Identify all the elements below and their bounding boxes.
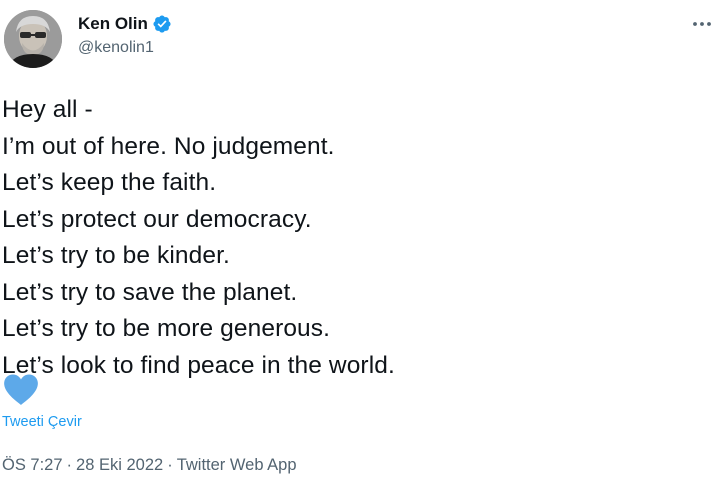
tweet-source: Twitter Web App [176,456,297,474]
tweet-header: Ken Olin @kenolin1 [78,12,172,57]
translate-tweet-link[interactable]: Tweeti Çevir [2,414,82,430]
tweet-line: Let’s keep the faith. [2,169,217,196]
tweet-date[interactable]: 28 Eki 2022 [76,456,163,474]
tweet-card: Ken Olin @kenolin1 Hey all - I’m out of … [0,0,728,493]
tweet-metadata: ÖS 7:27 · 28 Eki 2022 · Twitter Web App [2,456,297,475]
author-display-name[interactable]: Ken Olin [78,14,148,34]
meta-separator: · [66,456,73,474]
name-row: Ken Olin [78,12,172,36]
verified-badge-icon [152,14,172,34]
meta-separator: · [167,456,173,474]
tweet-line: Let’s protect our democracy. [2,205,312,233]
tweet-line: Let’s look to find peace in the world. [2,351,395,379]
more-options-button[interactable] [688,10,716,38]
tweet-text: Hey all - I’m out of here. No judgement.… [2,92,395,384]
tweet-line: I’m out of here. No judgement. [2,132,335,160]
author-handle[interactable]: @kenolin1 [78,39,172,57]
blue-heart-icon [3,374,39,406]
tweet-line: Let’s try to be more generous. [2,315,331,342]
tweet-line: Hey all - [2,96,93,123]
tweet-line: Let’s try to save the planet. [2,278,298,306]
more-dots-icon [693,22,711,26]
tweet-line: Let’s try to be kinder. [2,242,230,269]
tweet-time[interactable]: ÖS 7:27 [2,456,63,474]
avatar[interactable] [4,10,62,68]
